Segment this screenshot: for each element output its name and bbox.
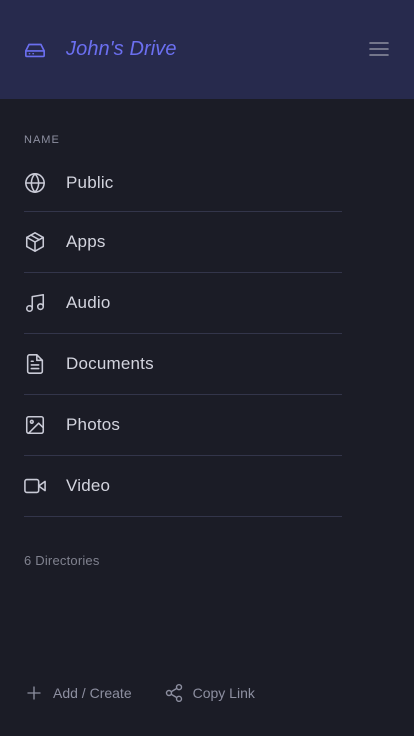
app-header: John's Drive: [0, 0, 414, 99]
directory-list: Public Apps Audio Documents Photos Video: [24, 155, 342, 517]
footer-actions: Add / Create Copy Link: [24, 680, 255, 706]
globe-icon: [24, 172, 46, 194]
directory-label: Photos: [66, 415, 121, 434]
video-icon: [24, 475, 46, 497]
directory-label: Documents: [66, 354, 154, 373]
directory-item-photos[interactable]: Photos: [24, 395, 342, 456]
document-icon: [24, 353, 46, 375]
directory-item-apps[interactable]: Apps: [24, 212, 342, 273]
directory-list-panel: NAME Public Apps Audio Documents Photos …: [24, 99, 342, 568]
copy-link-button[interactable]: Copy Link: [164, 683, 255, 703]
hamburger-menu-icon[interactable]: [368, 38, 390, 60]
directory-item-video[interactable]: Video: [24, 456, 342, 517]
drive-title: John's Drive: [66, 38, 177, 60]
directory-item-public[interactable]: Public: [24, 155, 342, 212]
directory-count: 6 Directories: [24, 553, 100, 568]
copy-link-label: Copy Link: [192, 685, 255, 701]
directory-label: Audio: [66, 293, 111, 312]
plus-icon: [24, 683, 44, 703]
music-icon: [24, 292, 46, 314]
directory-item-documents[interactable]: Documents: [24, 334, 342, 395]
directory-item-audio[interactable]: Audio: [24, 273, 342, 334]
drive-icon: [24, 39, 46, 61]
directory-label: Public: [66, 173, 114, 192]
add-create-label: Add / Create: [53, 685, 132, 701]
package-icon: [24, 231, 46, 253]
name-column-header[interactable]: NAME: [24, 134, 342, 146]
directory-label: Video: [66, 476, 111, 495]
share-icon: [164, 683, 184, 703]
add-create-button[interactable]: Add / Create: [24, 683, 132, 703]
image-icon: [24, 414, 46, 436]
directory-label: Apps: [66, 232, 106, 251]
